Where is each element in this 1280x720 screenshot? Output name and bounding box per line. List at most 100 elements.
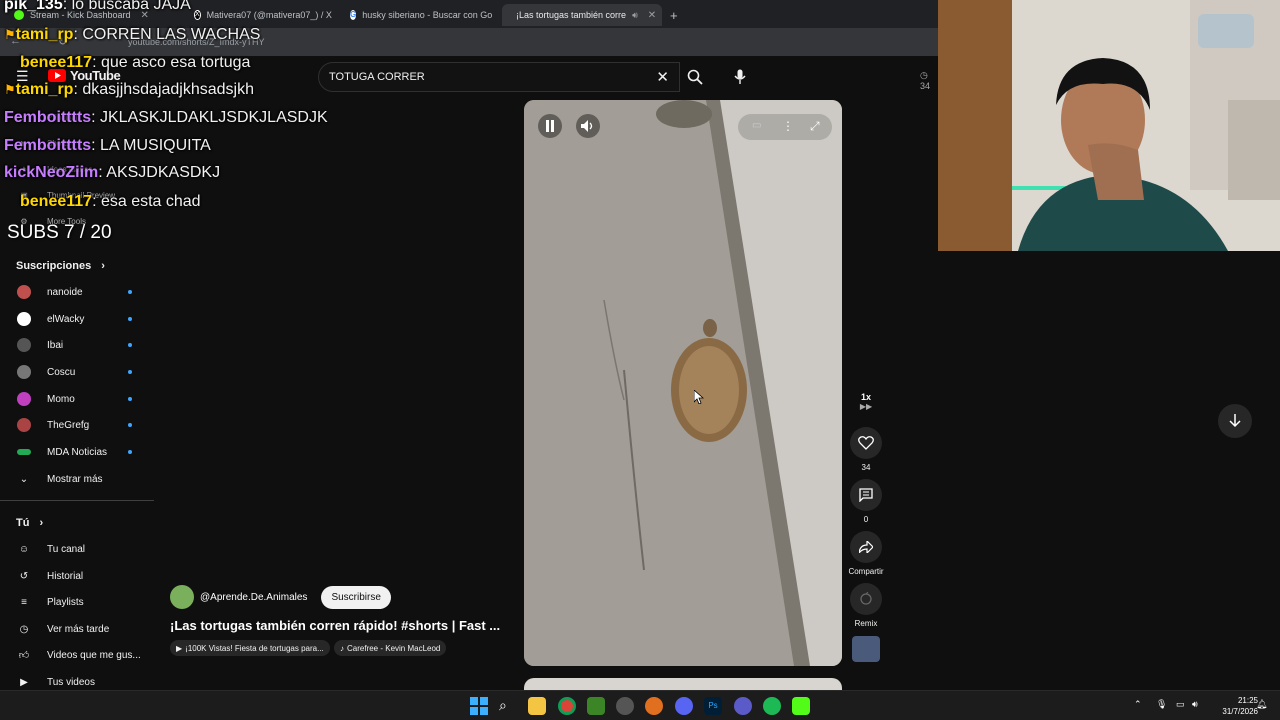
music-chip[interactable]: ♪ Carefree - Kevin MacLeod	[334, 640, 447, 656]
next-short-button[interactable]	[1218, 404, 1252, 438]
search-input[interactable]: TOTUGA CORRER	[329, 71, 425, 83]
like-button[interactable]: 34	[848, 427, 884, 472]
remix-label: Remix	[854, 619, 878, 628]
network-icon[interactable]: ▭	[1176, 699, 1185, 710]
sidebar-item-label: TheGrefg	[47, 419, 90, 431]
search-button[interactable]	[680, 62, 710, 92]
file-explorer-icon[interactable]	[528, 697, 546, 715]
sidebar-item-history[interactable]: ↺ Historial	[0, 563, 150, 589]
subscribe-button[interactable]: Suscribirse	[321, 585, 391, 609]
sidebar-item-liked-videos[interactable]: 👍︎ Videos que me gus...	[0, 642, 150, 668]
playback-speed-label: 1x	[860, 392, 871, 402]
microphone-icon[interactable]: 🎙︎	[1156, 699, 1167, 710]
avatar	[17, 338, 31, 352]
more-options-icon[interactable]: ⋮	[782, 119, 794, 133]
search-box[interactable]: TOTUGA CORRER ✕	[318, 62, 680, 92]
volume-button[interactable]	[576, 114, 600, 138]
pause-button[interactable]	[538, 114, 562, 138]
chat-message: kickNeoZiim: AKSJDKASDKJ	[4, 164, 221, 181]
photoshop-icon[interactable]: Ps	[704, 697, 722, 715]
chat-message: pik_135: lo buscaba JAJA	[4, 0, 191, 14]
clear-search-icon[interactable]: ✕	[656, 68, 669, 86]
new-tab-button[interactable]: +	[662, 4, 682, 26]
browser-tab-active[interactable]: ¡Las tortugas también corre 🔊︎ ✕	[502, 4, 662, 26]
audio-thumbnail[interactable]	[852, 636, 880, 662]
vegas-icon[interactable]	[734, 697, 752, 715]
chevron-down-icon: ⌄	[19, 473, 29, 485]
sidebar-item-label: elWacky	[47, 313, 85, 325]
user-box-icon: ☺	[18, 543, 30, 555]
system-clock[interactable]: 21:25 31/7/2026	[1222, 695, 1258, 717]
sidebar-item-label: MDA Noticias	[47, 446, 108, 458]
channel-name[interactable]: @Aprende.De.Animales	[200, 592, 307, 603]
pause-icon	[546, 120, 554, 132]
audio-icon[interactable]: 🔊︎	[632, 10, 638, 21]
fullscreen-icon[interactable]: ⤢	[810, 119, 820, 134]
short-video-player[interactable]: ▭ ⋮ ⤢	[524, 100, 842, 666]
playlist-icon: ≡	[21, 596, 27, 608]
subscriptions-header[interactable]: Suscripciones ›	[16, 260, 105, 272]
sidebar-item-elwacky[interactable]: elWacky	[0, 306, 150, 332]
avatar	[17, 392, 31, 406]
sidebar-item-coscu[interactable]: Coscu	[0, 359, 150, 385]
app-icon[interactable]	[645, 697, 663, 715]
related-video-chip[interactable]: ▶ ¡100K Vistas! Fiesta de tortugas para..…	[170, 640, 330, 656]
share-label: Compartir	[848, 567, 884, 576]
discord-icon[interactable]	[675, 697, 693, 715]
chat-text: JKLASKJLDAKLJSDKJLASDJK	[100, 109, 328, 126]
share-button[interactable]: Compartir	[848, 531, 884, 576]
browser-tab[interactable]: G husky siberiano - Buscar con Go ✕	[342, 4, 498, 26]
you-title: Tú	[16, 517, 30, 529]
thumbs-up-icon: 👍︎	[18, 650, 30, 661]
kick-icon[interactable]	[792, 697, 810, 715]
volume-icon[interactable]: 🔊︎	[1192, 699, 1198, 710]
show-more-button[interactable]: ⌄ Mostrar más	[0, 466, 150, 492]
windows-start-icon[interactable]	[470, 697, 488, 715]
chat-username: benee117	[20, 193, 93, 210]
history-icon: ↺	[19, 570, 29, 582]
badge-icon: ⚑	[4, 27, 16, 42]
captions-icon[interactable]: ▭	[752, 120, 761, 131]
sidebar-item-watch-later[interactable]: ◷ Ver más tarde	[0, 616, 150, 642]
sidebar-item-playlists[interactable]: ≡ Playlists	[0, 589, 150, 615]
chrome-icon[interactable]	[558, 697, 576, 715]
sidebar-item-ibai[interactable]: Ibai	[0, 332, 150, 358]
chat-username: tami_rp	[15, 26, 74, 43]
new-content-dot	[128, 397, 132, 401]
clock-time: 21:25	[1237, 696, 1258, 705]
sidebar-item-label: nanoide	[47, 286, 83, 298]
microphone-icon	[734, 69, 746, 84]
spotify-icon[interactable]	[763, 697, 781, 715]
comment-icon	[850, 479, 882, 511]
tray-chevron-icon[interactable]: ⌃	[1134, 699, 1142, 710]
chevron-right-icon: ›	[39, 517, 44, 529]
sidebar-item-label: Ver más tarde	[47, 623, 110, 635]
sidebar-item-label: Videos que me gus...	[47, 649, 141, 661]
obs-icon[interactable]	[616, 697, 634, 715]
comments-button[interactable]: 0	[848, 479, 884, 524]
sidebar-item-label: Tu canal	[47, 543, 85, 555]
show-more-label: Mostrar más	[47, 473, 103, 485]
you-header[interactable]: Tú ›	[16, 517, 43, 529]
subscriptions-title: Suscripciones	[16, 260, 92, 272]
webcam-image	[938, 0, 1280, 251]
video-title[interactable]: ¡Las tortugas también corren rápido! #sh…	[170, 618, 500, 633]
sidebar-item-momo[interactable]: Momo	[0, 386, 150, 412]
sidebar-item-mda-noticias[interactable]: MDA Noticias	[0, 439, 150, 465]
sidebar-item-your-channel[interactable]: ☺ Tu canal	[0, 536, 150, 562]
minecraft-icon[interactable]	[587, 697, 605, 715]
new-content-dot	[128, 370, 132, 374]
close-icon[interactable]: ✕	[648, 10, 656, 21]
remix-button[interactable]: Remix	[848, 583, 884, 628]
sidebar-item-thegrefg[interactable]: TheGrefg	[0, 412, 150, 438]
channel-avatar[interactable]	[170, 585, 194, 609]
playback-speed-button[interactable]: 1x ▶▶	[848, 392, 884, 411]
notification-bell-icon[interactable]: 🔔︎	[1256, 699, 1267, 710]
chat-message: benee117: esa esta chad	[20, 193, 201, 210]
sidebar-item-nanoide[interactable]: nanoide	[0, 279, 150, 305]
tab-label: Mativera07 (@mativera07_) / X	[206, 10, 332, 20]
browser-tab[interactable]: X Mativera07 (@mativera07_) / X ✕	[186, 4, 338, 26]
search-icon	[687, 69, 703, 85]
search-icon[interactable]: ⌕	[499, 697, 517, 715]
voice-search-button[interactable]	[724, 62, 756, 92]
